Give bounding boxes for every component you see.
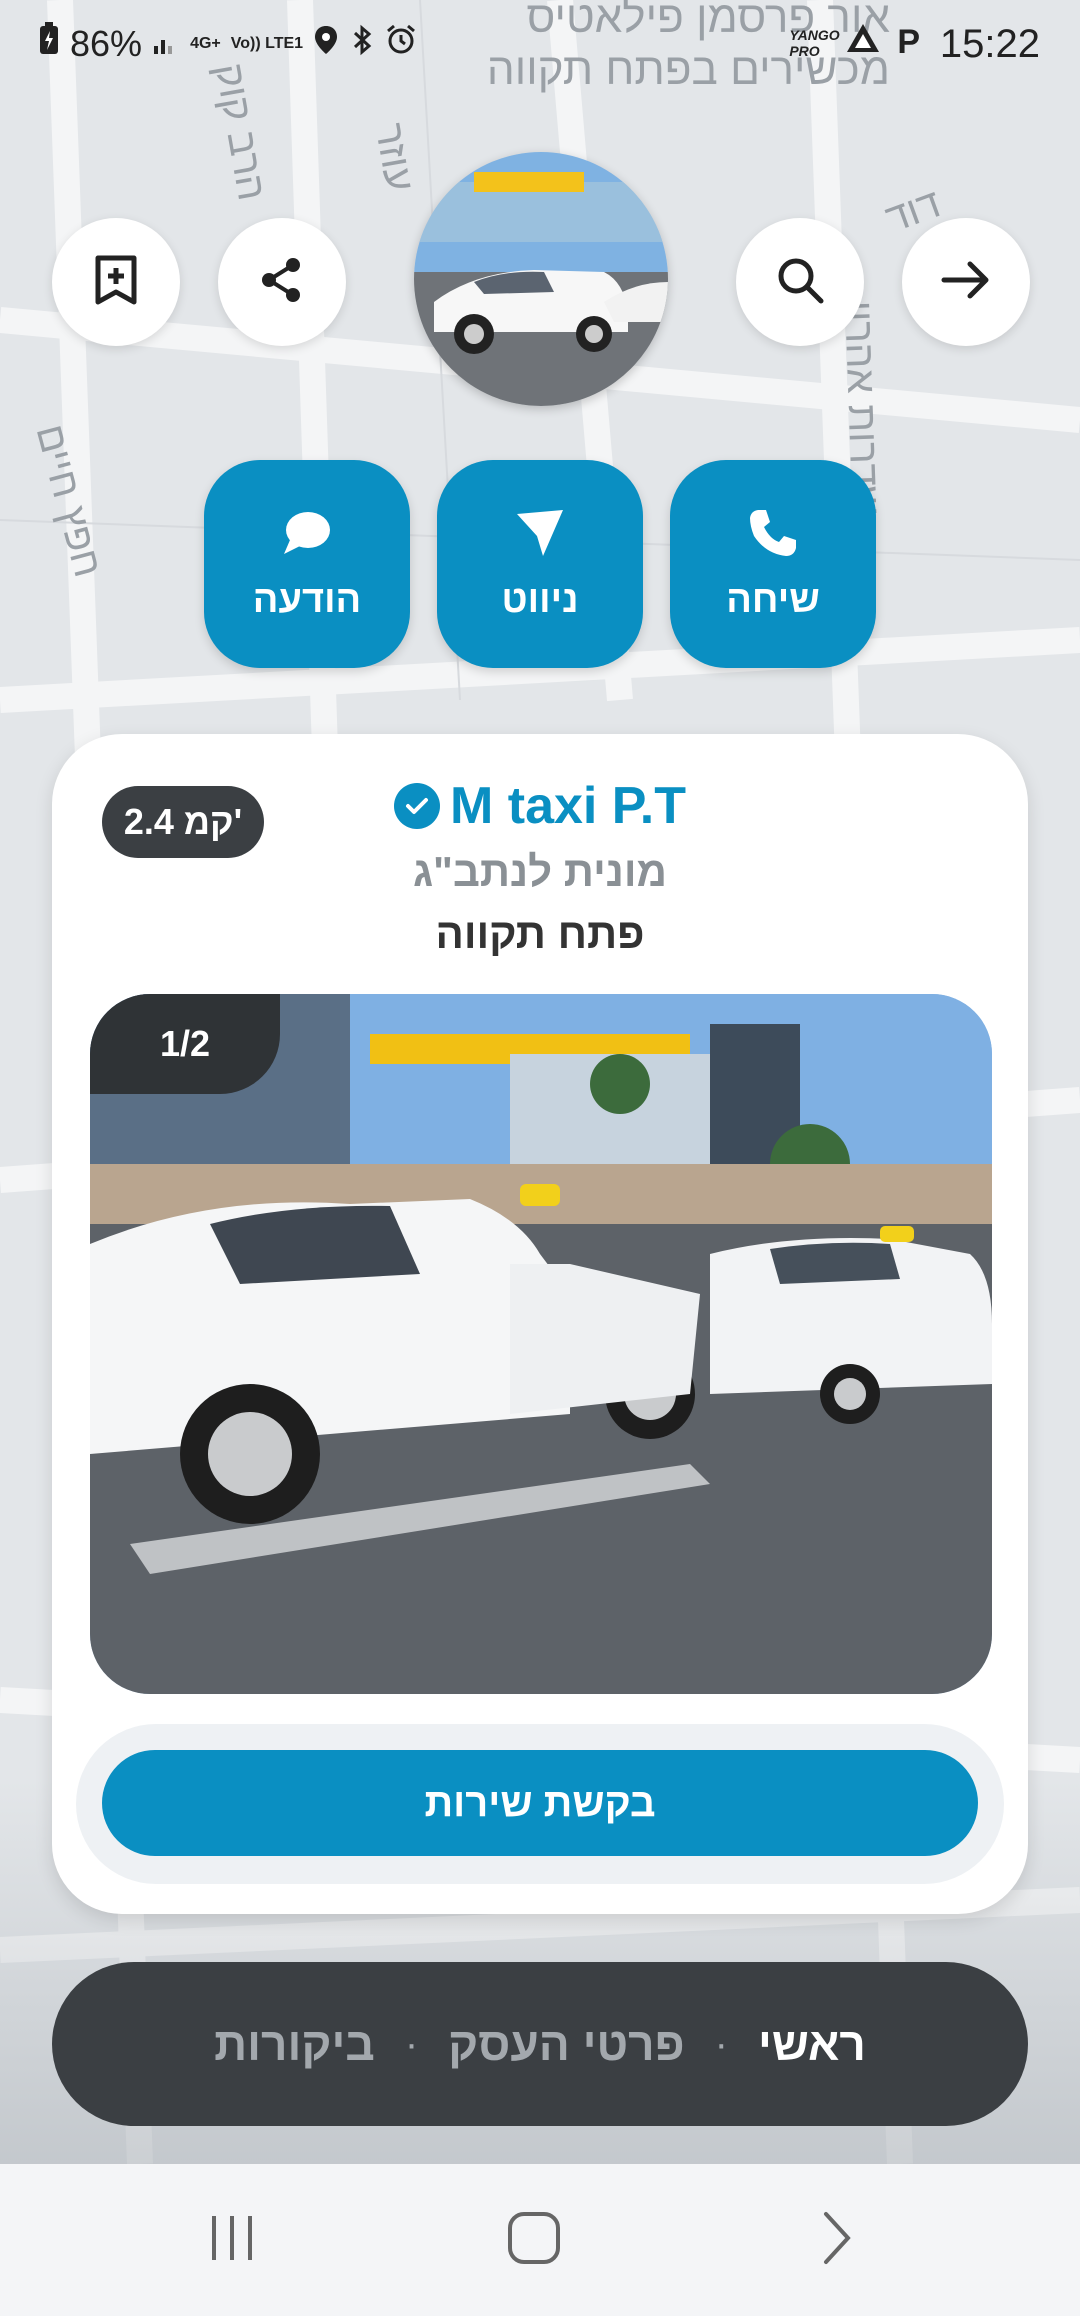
verified-icon [393, 783, 440, 829]
business-name: M taxi P.T [449, 777, 686, 835]
avatar-taxi-image [414, 152, 668, 406]
network-type: 4G+ [190, 34, 221, 52]
tab-separator: · [714, 2021, 728, 2066]
taxi-photo [90, 994, 992, 1694]
business-avatar[interactable] [414, 152, 668, 406]
tab-reviews[interactable]: ביקורות [214, 2017, 375, 2071]
business-city: פתח תקווה [435, 910, 645, 957]
business-name-row: M taxi P.T [52, 776, 1028, 836]
business-photo-carousel[interactable]: 1/2 [90, 994, 992, 1694]
share-button[interactable] [218, 218, 346, 346]
business-card: 2.4 קמ' M taxi P.T מונית לנתב"ג פתח תקוו… [52, 734, 1028, 1914]
system-nav-bar [0, 2164, 1080, 2316]
navigation-icon [513, 506, 567, 565]
bookmark-add-icon [88, 252, 144, 313]
business-category: מונית לנתב"ג [412, 848, 668, 895]
status-bar: 86% 4G+ Vo)) LTE1 YANGO PRO P 15:22 [0, 0, 1080, 92]
status-right-icons: YANGO PRO P [789, 22, 920, 63]
recents-button[interactable] [192, 2204, 272, 2276]
search-icon [773, 253, 827, 312]
yango-pro-icon: YANGO PRO [789, 26, 840, 59]
request-service-container: בקשת שירות [76, 1724, 1004, 1884]
volte-indicator: Vo)) LTE1 [230, 34, 304, 52]
back-icon [816, 2208, 856, 2273]
clock: 15:22 [939, 22, 1040, 66]
request-service-button[interactable]: בקשת שירות [102, 1750, 978, 1856]
back-button[interactable] [902, 218, 1030, 346]
navigate-button[interactable]: ניווט [437, 460, 643, 668]
save-button[interactable] [52, 218, 180, 346]
battery-percent: 86% [70, 22, 143, 64]
alarm-icon [385, 23, 417, 65]
phone-icon [746, 506, 800, 565]
nav-back-button[interactable] [796, 2204, 876, 2276]
recents-icon [202, 2210, 262, 2271]
search-button[interactable] [736, 218, 864, 346]
message-button[interactable]: הודעה [204, 460, 410, 668]
call-label: שיחה [726, 579, 820, 621]
photo-counter: 1/2 [90, 994, 280, 1094]
call-button[interactable]: שיחה [670, 460, 876, 668]
status-left: 86% 4G+ Vo)) LTE1 [38, 22, 417, 65]
home-icon [504, 2208, 564, 2273]
tab-separator: · [404, 2021, 419, 2066]
location-icon [313, 23, 339, 65]
arrow-right-icon [938, 252, 994, 313]
parking-icon: P [897, 23, 920, 61]
signal-icon [152, 23, 180, 65]
home-button[interactable] [494, 2204, 574, 2276]
navigate-label: ניווט [501, 579, 579, 621]
share-icon [257, 255, 307, 310]
message-label: הודעה [252, 579, 362, 621]
chat-icon [280, 506, 334, 565]
tab-business-details[interactable]: פרטי העסק [448, 2017, 685, 2071]
triangle-app-icon [845, 22, 881, 63]
tab-main[interactable]: ראשי [758, 2017, 866, 2071]
bottom-tab-bar: ראשי · פרטי העסק · ביקורות [52, 1962, 1028, 2126]
bluetooth-icon [349, 23, 375, 65]
battery-icon [38, 22, 60, 65]
